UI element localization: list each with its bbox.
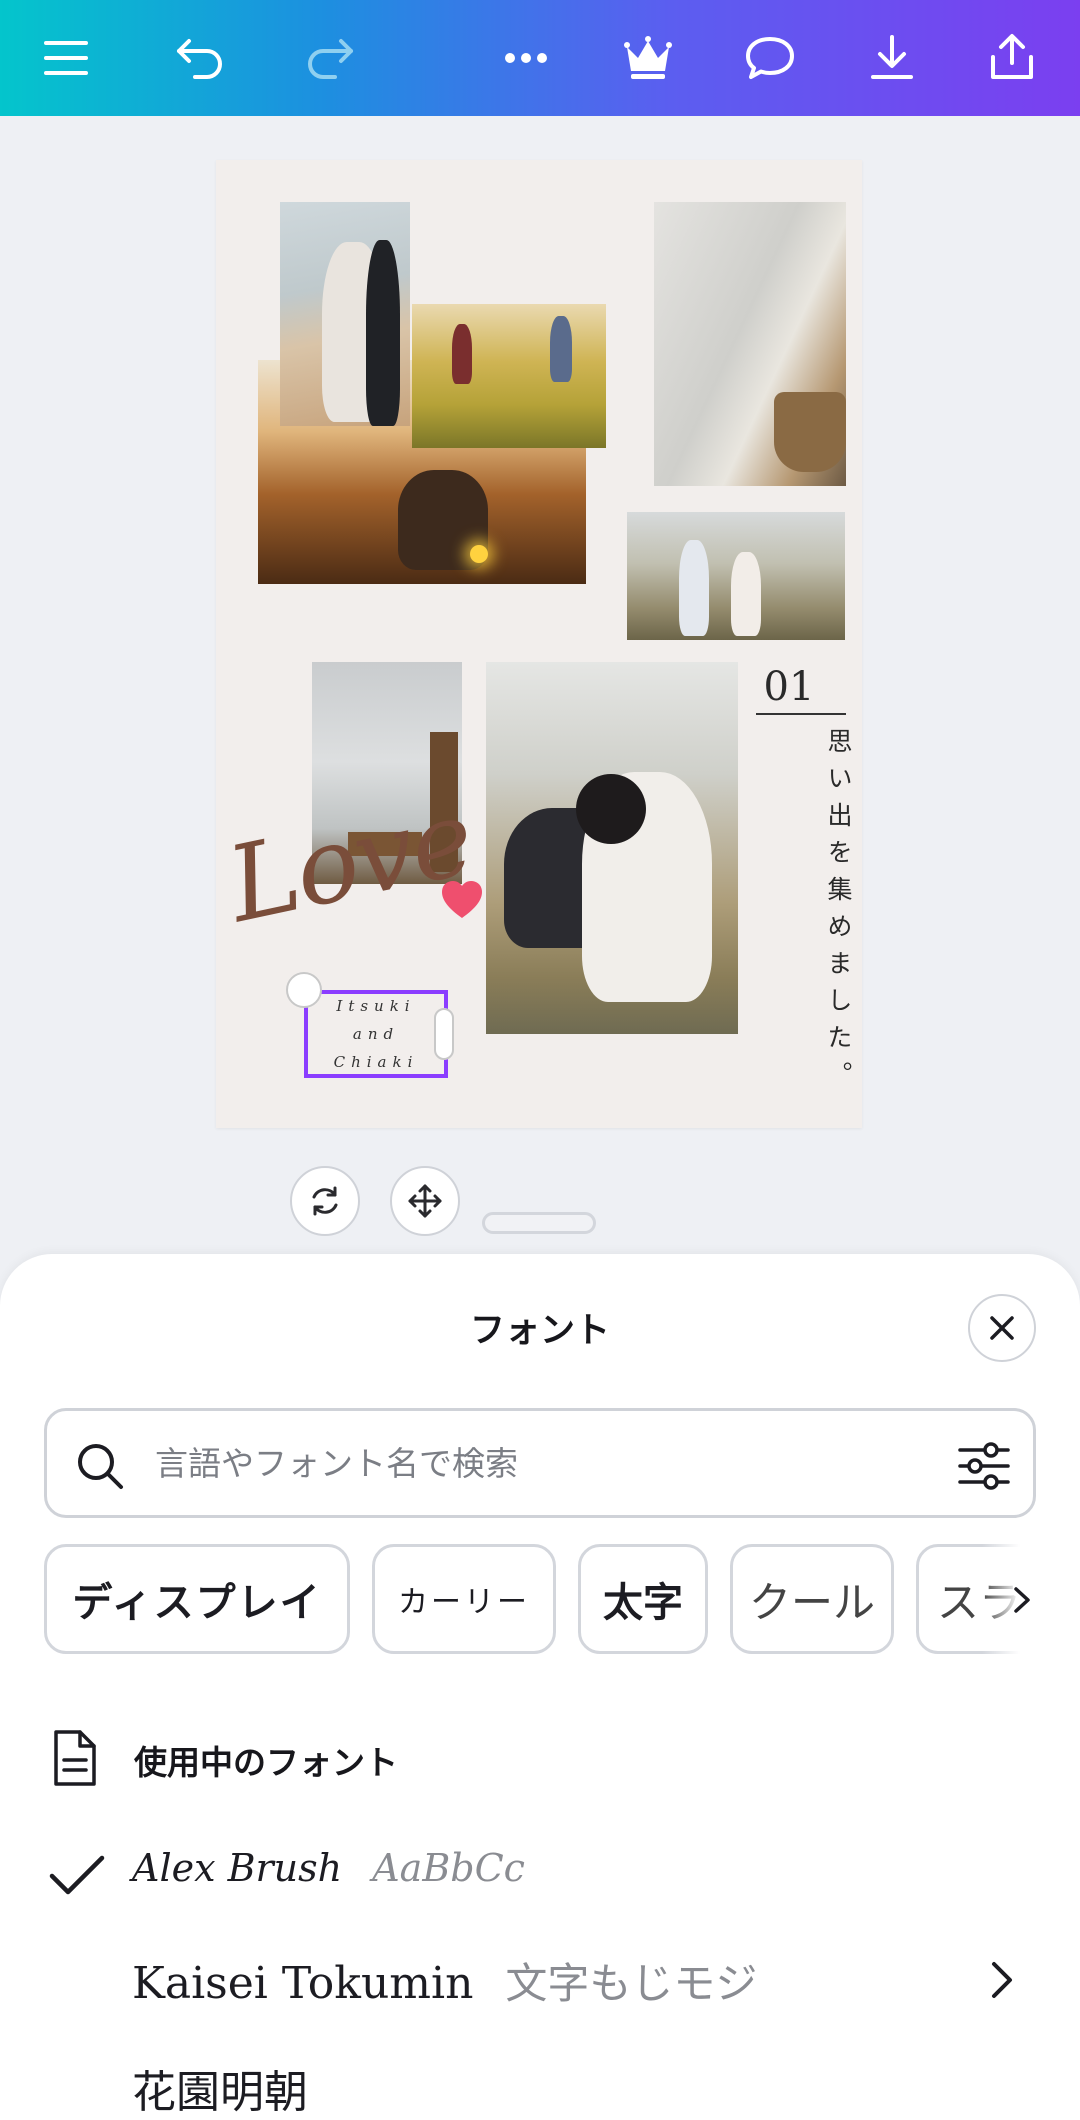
font-name-text: Kaisei Tokumin xyxy=(132,1958,474,2009)
chip-cool[interactable]: クール xyxy=(730,1544,894,1654)
photo-flower-field[interactable] xyxy=(412,304,606,448)
top-toolbar xyxy=(0,0,1080,116)
font-item-kaisei-tokumin[interactable]: Kaisei Tokumin 文字もじモジ xyxy=(0,1936,1080,2026)
chip-bold[interactable]: 太字 xyxy=(578,1544,708,1654)
search-icon xyxy=(78,1444,123,1489)
design-page[interactable]: 01 思い出を集めました。 Love Itsuki and Chiaki xyxy=(216,160,862,1128)
download-icon[interactable] xyxy=(852,18,932,98)
rotate-handle[interactable] xyxy=(286,972,322,1008)
chip-curly[interactable]: カーリー xyxy=(372,1544,556,1654)
fonts-in-use-section: 使用中のフォント xyxy=(44,1724,1036,1794)
font-sample-text: 文字もじモジ xyxy=(505,1959,758,2008)
section-title: 使用中のフォント xyxy=(134,1743,398,1782)
font-item-alex-brush[interactable]: Alex Brush AaBbCc xyxy=(0,1832,1080,1922)
font-item-name: Alex Brush AaBbCc xyxy=(132,1846,525,1890)
crown-icon[interactable] xyxy=(608,18,688,98)
divider-line xyxy=(756,713,846,715)
heart-icon[interactable] xyxy=(438,876,486,924)
check-icon xyxy=(49,1855,105,1895)
close-icon xyxy=(990,1316,1014,1340)
photo-couple-piggyback[interactable] xyxy=(486,662,738,1034)
font-name-text: 花園明朝 xyxy=(132,2067,308,2118)
share-icon[interactable] xyxy=(972,18,1052,98)
photo-couple-umbrella[interactable] xyxy=(627,512,845,640)
font-name-text: Alex Brush xyxy=(132,1846,343,1890)
page-number-label[interactable]: 01 xyxy=(744,664,834,710)
redo-icon[interactable] xyxy=(290,18,370,98)
comment-icon[interactable] xyxy=(730,18,810,98)
more-icon[interactable] xyxy=(486,18,566,98)
font-item-name: Kaisei Tokumin 文字もじモジ xyxy=(132,1950,757,2011)
vertical-caption[interactable]: 思い出を集めました。 xyxy=(796,728,856,1108)
chips-scroll-right[interactable] xyxy=(982,1544,1036,1656)
filter-icon[interactable] xyxy=(955,1437,1013,1495)
move-button[interactable] xyxy=(390,1166,460,1236)
font-search-box[interactable] xyxy=(44,1408,1036,1518)
sheet-drag-handle[interactable] xyxy=(482,1212,596,1234)
search-input[interactable] xyxy=(155,1429,975,1497)
menu-icon[interactable] xyxy=(26,18,106,98)
photo-wall-basket[interactable] xyxy=(654,202,846,486)
rotate-button[interactable] xyxy=(290,1166,360,1236)
move-icon xyxy=(408,1184,442,1218)
font-item-name: 花園明朝 xyxy=(132,2056,308,2120)
resize-handle[interactable] xyxy=(434,1008,454,1060)
font-item-hanazono-mincho[interactable]: 花園明朝 xyxy=(0,2042,1080,2120)
chevron-right-icon[interactable] xyxy=(982,1958,1022,2002)
document-icon xyxy=(54,1730,96,1786)
sheet-title: フォント xyxy=(469,1311,610,1351)
rotate-icon xyxy=(312,1186,338,1216)
chip-display[interactable]: ディスプレイ xyxy=(44,1544,350,1654)
selected-text-content[interactable]: Itsuki and Chiaki xyxy=(308,992,444,1076)
text-line: and xyxy=(352,1025,400,1043)
font-bottom-sheet: フォント ディスプレイ カーリー 太字 クール スラ 使用中のフォント Alex… xyxy=(0,1254,1080,2120)
text-line: Itsuki xyxy=(336,997,416,1015)
category-chips: ディスプレイ カーリー 太字 クール スラ xyxy=(44,1544,1036,1656)
chevron-right-icon xyxy=(1014,1587,1030,1613)
text-line: Chiaki xyxy=(333,1053,419,1071)
undo-icon[interactable] xyxy=(160,18,240,98)
font-sample-text: AaBbCc xyxy=(372,1846,525,1890)
photo-couple-beach[interactable] xyxy=(280,202,410,426)
close-button[interactable] xyxy=(968,1294,1036,1362)
